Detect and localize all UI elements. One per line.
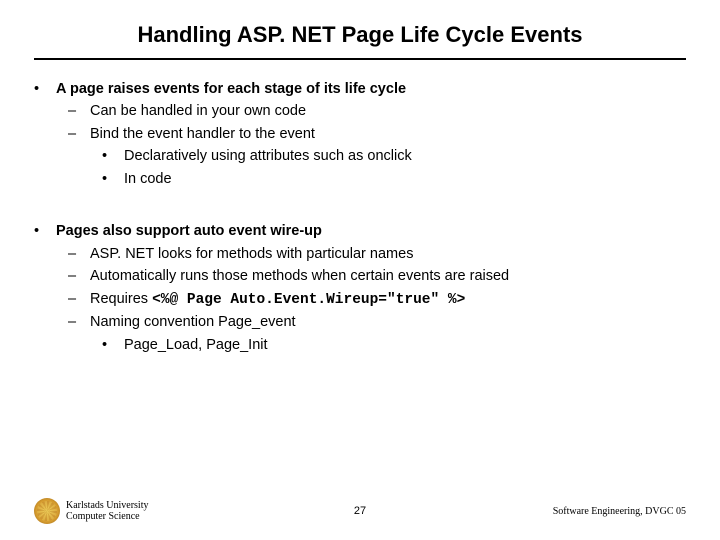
slide-content: • A page raises events for each stage of… (0, 78, 720, 356)
bullet-text: Declaratively using attributes such as o… (124, 145, 412, 167)
dash-icon: – (68, 100, 90, 122)
bullet-l1: • A page raises events for each stage of… (34, 78, 686, 100)
bullet-dot-icon: • (34, 220, 56, 242)
bullet-l1: • Pages also support auto event wire-up (34, 220, 686, 242)
bullet-text: Pages also support auto event wire-up (56, 220, 686, 242)
bullet-dot-icon: • (102, 334, 124, 356)
bullet-l2: – Naming convention Page_event (68, 311, 686, 333)
bullet-text: Requires <%@ Page Auto.Event.Wireup="tru… (90, 288, 465, 311)
bullet-l2: – Can be handled in your own code (68, 100, 686, 122)
university-name: Karlstads University (66, 500, 149, 512)
dash-icon: – (68, 288, 90, 311)
bullet-dot-icon: • (34, 78, 56, 100)
dash-icon: – (68, 243, 90, 265)
slide-footer: Karlstads University Computer Science 27… (0, 498, 720, 524)
university-logo-icon (34, 498, 60, 524)
bullet-text: A page raises events for each stage of i… (56, 78, 686, 100)
bullet-text: Naming convention Page_event (90, 311, 296, 333)
dash-icon: – (68, 311, 90, 333)
dash-icon: – (68, 265, 90, 287)
university-text: Karlstads University Computer Science (66, 500, 149, 523)
bullet-text: ASP. NET looks for methods with particul… (90, 243, 413, 265)
requires-prefix: Requires (90, 291, 152, 307)
bullet-l3: • Declaratively using attributes such as… (102, 145, 686, 167)
bullet-l2: – Automatically runs those methods when … (68, 265, 686, 287)
bullet-l2: – Bind the event handler to the event (68, 123, 686, 145)
bullet-l2: – Requires <%@ Page Auto.Event.Wireup="t… (68, 288, 686, 311)
bullet-l2: – ASP. NET looks for methods with partic… (68, 243, 686, 265)
dash-icon: – (68, 123, 90, 145)
slide-title: Handling ASP. NET Page Life Cycle Events (0, 0, 720, 58)
bullet-text: In code (124, 168, 172, 190)
page-number: 27 (354, 505, 366, 517)
bullet-dot-icon: • (102, 145, 124, 167)
bullet-text: Page_Load, Page_Init (124, 334, 268, 356)
course-label: Software Engineering, DVGC 05 (553, 506, 686, 517)
bullet-l3: • Page_Load, Page_Init (102, 334, 686, 356)
footer-left: Karlstads University Computer Science (34, 498, 149, 524)
code-snippet: <%@ Page Auto.Event.Wireup="true" %> (152, 292, 465, 308)
bullet-text: Automatically runs those methods when ce… (90, 265, 509, 287)
department-name: Computer Science (66, 511, 149, 523)
title-divider (34, 58, 686, 60)
bullet-text: Bind the event handler to the event (90, 123, 315, 145)
bullet-dot-icon: • (102, 168, 124, 190)
bullet-text: Can be handled in your own code (90, 100, 306, 122)
bullet-l3: • In code (102, 168, 686, 190)
